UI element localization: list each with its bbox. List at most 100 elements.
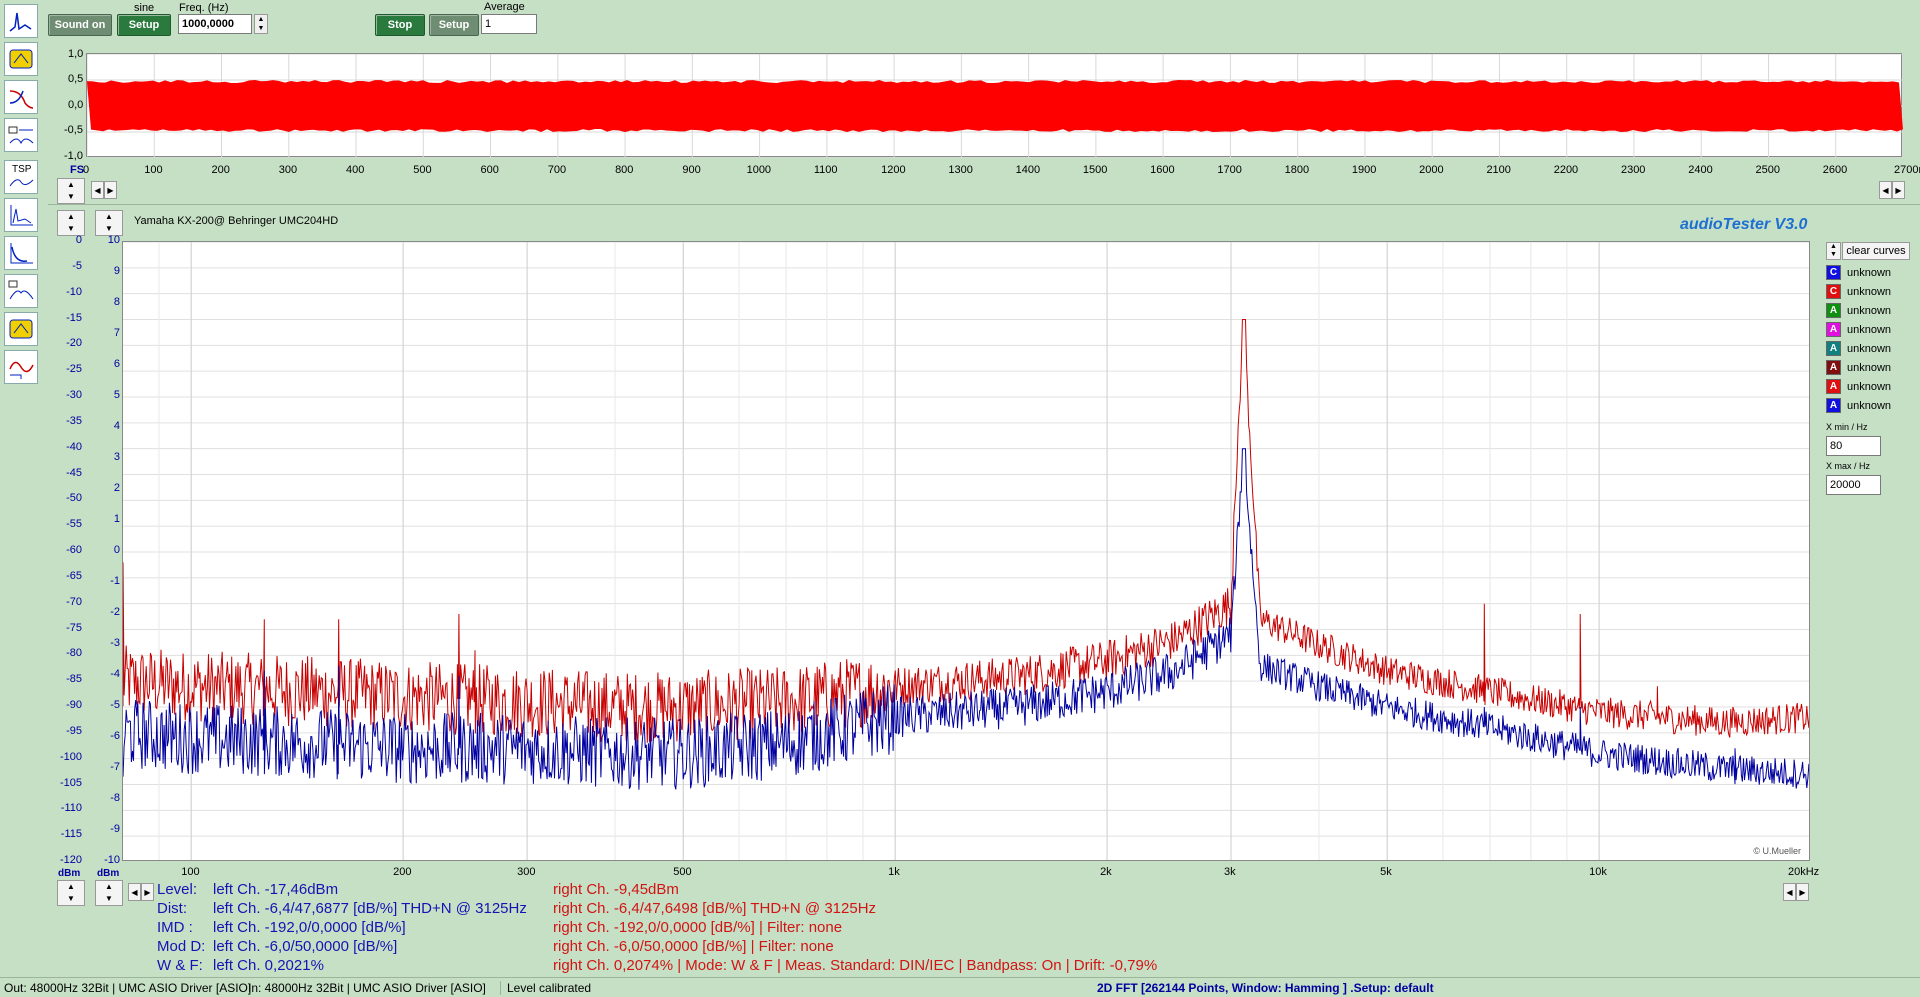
clear-curves-button[interactable]: clear curves [1842,242,1910,260]
dist-label: Dist: [157,900,187,917]
fft-xlabel: 3k [1224,866,1236,878]
fft-db-label: 9 [94,265,120,277]
legend-item[interactable]: Aunknown [1826,359,1891,376]
fft-db-label: 6 [94,358,120,370]
status-input-device: In: 48000Hz 32Bit | UMC ASIO Driver [ASI… [248,981,486,995]
wave-xlabel: 800 [615,164,633,176]
wave-ylabel: 0,0 [68,99,83,111]
wave-x-scroll-right[interactable]: ▶ [1892,181,1905,199]
frequency-label: Freq. (Hz) [179,2,229,14]
legend-item[interactable]: Cunknown [1826,283,1891,300]
meter2-tool-icon[interactable] [4,312,38,346]
frequency-spinner[interactable]: ▲ ▼ [254,14,268,34]
fft-y-offset-left[interactable]: ▲ ▼ [57,880,85,906]
xmin-input[interactable] [1826,436,1881,456]
legend-item[interactable]: Cunknown [1826,264,1891,281]
status-output-device: Out: 48000Hz 32Bit | UMC ASIO Driver [AS… [4,981,251,995]
filter-tool-icon[interactable] [4,118,38,152]
fft-db-label: 4 [94,420,120,432]
fft-dbm-label: 0 [56,234,82,246]
fft-db-label: 3 [94,451,120,463]
fft-x-scroll-right[interactable]: ▶ [141,883,154,901]
sound-on-button[interactable]: Sound on [48,14,112,36]
legend-label: unknown [1847,362,1891,374]
waveform-plot[interactable] [86,53,1902,157]
left-level-value: left Ch. -17,46dBm [213,881,338,898]
average-input[interactable] [481,14,537,34]
legend-label: unknown [1847,286,1891,298]
wave-y-zoom[interactable]: ▲ ▼ [57,178,85,204]
fft-x-zoom-right[interactable]: ▶ [1796,883,1809,901]
fft-dbm-label: -55 [56,518,82,530]
wave-xlabel: 200 [212,164,230,176]
fft-dbm-label: -15 [56,312,82,324]
impulse-tool-icon[interactable] [4,198,38,232]
legend-scroll[interactable]: ▲ ▼ [1826,242,1841,260]
legend-label: unknown [1847,343,1891,355]
legend-color-box[interactable]: A [1826,322,1841,337]
legend-color-box[interactable]: C [1826,284,1841,299]
fft-db-label: -5 [94,699,120,711]
right-imd-value: right Ch. -192,0/0,0000 [dB/%] | Filter:… [553,919,842,936]
fft-dbm-label: -50 [56,492,82,504]
divider [48,204,1920,205]
fft-xlabel: 300 [517,866,535,878]
fft-y-offset-right[interactable]: ▲ ▼ [95,880,123,906]
fft-db-label: 10 [94,234,120,246]
wave-xlabel: 1600 [1150,164,1174,176]
legend-color-box[interactable]: C [1826,265,1841,280]
analyzer-setup-button[interactable]: Setup [429,14,479,36]
legend-item[interactable]: Aunknown [1826,302,1891,319]
fft-dbm-label: -85 [56,673,82,685]
stop-button[interactable]: Stop [375,14,425,36]
wave-xlabel: 1800 [1285,164,1309,176]
legend-color-box[interactable]: A [1826,360,1841,375]
crossover-tool-icon[interactable] [4,274,38,308]
wave-scroll-right[interactable]: ▶ [104,181,117,199]
wave-xlabel: 1000 [747,164,771,176]
bode-tool-icon[interactable] [4,80,38,114]
wave-xlabel: 900 [682,164,700,176]
legend-color-box[interactable]: A [1826,303,1841,318]
imd-label: IMD : [157,919,193,936]
legend-item[interactable]: Aunknown [1826,397,1891,414]
legend-item[interactable]: Aunknown [1826,340,1891,357]
legend-item[interactable]: Aunknown [1826,378,1891,395]
fft-dbm-label: -10 [56,286,82,298]
wave-xlabel: 1100 [814,164,838,176]
generator-setup-button[interactable]: Setup [117,14,171,36]
fft-dbm-label: -110 [56,802,82,814]
app-brand: audioTester V3.0 [1680,216,1807,234]
step-tool-icon[interactable] [4,236,38,270]
waveform-signal [87,80,1903,132]
modd-label: Mod D: [157,938,205,955]
fft-dbm-label: -45 [56,467,82,479]
legend-color-box[interactable]: A [1826,398,1841,413]
fft-xlabel: 1k [888,866,900,878]
fft-xlabel: 500 [673,866,691,878]
legend-item[interactable]: Aunknown [1826,321,1891,338]
spectrum-tool-icon[interactable] [4,4,38,38]
fft-y-zoom-right[interactable]: ▲ ▼ [95,210,123,236]
wave-xlabel: 2000 [1419,164,1443,176]
tsp-tool-icon[interactable]: TSP [4,160,38,194]
phase-tool-icon[interactable] [4,350,38,384]
fft-db-label: 7 [94,327,120,339]
legend-color-box[interactable]: A [1826,379,1841,394]
fft-spectrum-plot[interactable]: © U.Mueller [122,241,1810,861]
fft-x-zoom-left[interactable]: ◀ [1783,883,1796,901]
wave-scroll-left[interactable]: ◀ [91,181,104,199]
meter-tool-icon[interactable] [4,42,38,76]
frequency-input[interactable] [178,14,252,34]
fft-y-zoom-left[interactable]: ▲ ▼ [57,210,85,236]
wave-xlabel: 1400 [1016,164,1040,176]
wave-ylabel: 0,5 [68,73,83,85]
wave-xlabel: 1200 [881,164,905,176]
wave-xlabel: 1500 [1083,164,1107,176]
fft-x-scroll-left[interactable]: ◀ [128,883,141,901]
dbm-unit-left: dBm [58,868,80,879]
legend-color-box[interactable]: A [1826,341,1841,356]
legend-label: unknown [1847,400,1891,412]
wave-x-scroll-left[interactable]: ◀ [1879,181,1892,199]
xmax-input[interactable] [1826,475,1881,495]
